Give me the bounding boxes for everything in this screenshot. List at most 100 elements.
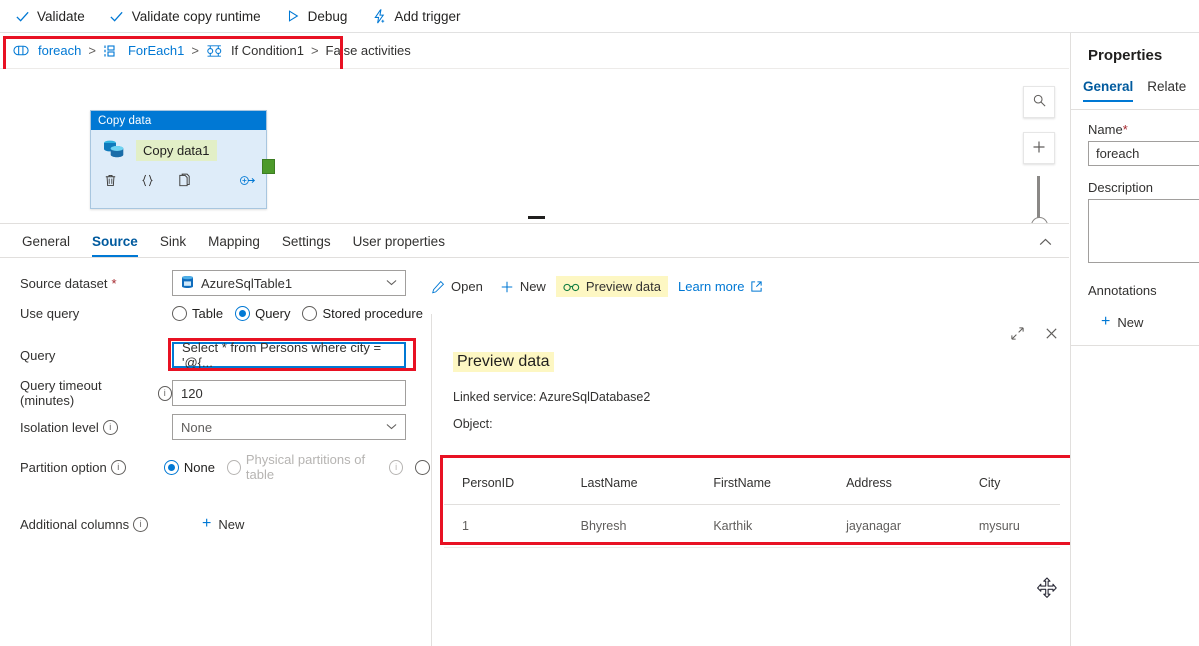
isolation-level-select[interactable]: None <box>172 414 406 440</box>
partition-option-label: Partition option i <box>20 459 164 475</box>
node-output-connector[interactable] <box>262 159 275 174</box>
radio-partition-third[interactable] <box>415 459 430 475</box>
properties-title: Properties <box>1088 47 1163 64</box>
azure-data-factory-pipeline-editor: Validate Validate copy runtime Debug Add… <box>0 0 1199 646</box>
delete-icon[interactable] <box>102 172 119 189</box>
preview-data-table: PersonID LastName FirstName Address City… <box>444 462 1060 548</box>
zoom-in-button[interactable] <box>1023 132 1055 164</box>
cell-lastname: Bhyresh <box>580 519 627 533</box>
validate-label: Validate <box>37 8 85 24</box>
info-icon[interactable]: i <box>133 516 149 532</box>
source-dataset-value: AzureSqlTable1 <box>201 275 293 291</box>
radio-table-label: Table <box>192 306 224 321</box>
description-textarea[interactable] <box>1088 199 1199 263</box>
column-header-city: City <box>978 476 1001 490</box>
check-icon <box>14 8 30 24</box>
copy-data-activity-node[interactable]: Copy data Copy data1 <box>90 110 275 209</box>
query-timeout-input[interactable]: 120 <box>172 380 406 406</box>
breadcrumb-item-if-condition1[interactable]: If Condition1 <box>231 43 304 58</box>
radio-dot-disabled <box>226 459 241 475</box>
source-dataset-select[interactable]: AzureSqlTable1 <box>172 270 406 296</box>
radio-query[interactable]: Query <box>235 306 290 321</box>
properties-divider <box>1071 109 1199 110</box>
new-dataset-button[interactable]: New <box>493 276 553 297</box>
external-link-icon <box>750 280 763 293</box>
validate-button[interactable]: Validate <box>0 0 97 32</box>
tab-properties-general[interactable]: General <box>1083 79 1134 102</box>
tab-settings[interactable]: Settings <box>271 234 342 257</box>
radio-table[interactable]: Table <box>172 306 223 321</box>
tab-properties-related[interactable]: Relate <box>1147 79 1186 102</box>
code-braces-icon[interactable] <box>139 172 156 189</box>
radio-stored-procedure[interactable]: Stored procedure <box>302 306 423 321</box>
query-timeout-row: Query timeout (minutes) i 120 <box>20 378 406 408</box>
pipeline-canvas[interactable]: Copy data Copy data1 <box>0 69 1069 224</box>
breadcrumb: foreach > ForEach1 > If Condition1 > Fal… <box>0 33 1069 69</box>
properties-panel: Properties General Relate Name* foreach … <box>1070 33 1199 646</box>
additional-columns-label: Additional columns i <box>20 516 172 532</box>
tab-user-properties[interactable]: User properties <box>342 234 456 257</box>
debug-button[interactable]: Debug <box>273 0 360 32</box>
required-marker: * <box>1122 122 1128 137</box>
node-body: Copy data1 <box>91 130 266 164</box>
column-header-personid: PersonID <box>462 476 515 490</box>
zoom-fit-button[interactable] <box>1023 86 1055 118</box>
breadcrumb-item-foreach[interactable]: foreach <box>38 43 81 58</box>
radio-partition-none[interactable]: None <box>163 459 215 475</box>
preview-data-pane: Preview data Linked service: AzureSqlDat… <box>431 314 1070 646</box>
annotations-new-label: New <box>1117 314 1144 330</box>
tab-general[interactable]: General <box>11 234 81 257</box>
canvas-zoom-controls <box>1023 86 1055 223</box>
plus-icon <box>500 280 514 294</box>
info-icon[interactable]: i <box>110 459 126 475</box>
duplicate-icon[interactable] <box>176 172 193 189</box>
name-value: foreach <box>1096 146 1140 161</box>
radio-dot <box>302 306 318 321</box>
name-field-label: Name* <box>1088 122 1128 137</box>
tab-mapping[interactable]: Mapping <box>197 234 271 257</box>
info-icon[interactable]: i <box>157 385 172 401</box>
source-dataset-row: Source dataset * AzureSqlTable1 <box>20 270 406 296</box>
chevron-down-icon <box>386 422 397 433</box>
radio-dot <box>172 306 187 321</box>
add-output-icon[interactable] <box>239 172 256 189</box>
node-action-bar <box>91 164 266 189</box>
copy-data-icon <box>101 137 127 164</box>
annotations-new-button[interactable]: + New <box>1101 314 1143 330</box>
tab-sink[interactable]: Sink <box>149 234 197 257</box>
preview-linked-service: Linked service: AzureSqlDatabase2 <box>453 390 651 404</box>
query-input[interactable]: Select * from Persons where city = '@{..… <box>172 340 406 370</box>
debug-label: Debug <box>307 8 348 24</box>
partition-option-radio-group: None Physical partitions of table i <box>163 452 430 482</box>
validate-copy-runtime-button[interactable]: Validate copy runtime <box>97 0 273 32</box>
breadcrumb-items: foreach > ForEach1 > If Condition1 > Fal… <box>0 43 411 59</box>
add-trigger-label: Add trigger <box>394 8 461 24</box>
learn-more-link[interactable]: Learn more <box>671 276 770 297</box>
table-row: 1 Bhyresh Karthik jayanagar mysuru <box>444 505 1060 548</box>
open-dataset-button[interactable]: Open <box>424 276 490 297</box>
preview-data-button[interactable]: Preview data <box>555 276 668 297</box>
info-icon[interactable]: i <box>102 419 118 435</box>
source-dataset-label-text: Source dataset <box>20 275 108 291</box>
zoom-slider-track[interactable] <box>1037 176 1040 220</box>
breadcrumb-item-foreach1[interactable]: ForEach1 <box>128 43 184 58</box>
table-header-row: PersonID LastName FirstName Address City <box>444 462 1060 505</box>
expand-icon[interactable] <box>1006 322 1028 344</box>
name-label-text: Name <box>1088 122 1123 137</box>
panel-resize-handle[interactable] <box>528 216 545 219</box>
close-icon[interactable] <box>1040 322 1062 344</box>
check-icon <box>109 8 125 24</box>
name-input[interactable]: foreach <box>1088 141 1199 166</box>
column-header-firstname: FirstName <box>713 476 771 490</box>
query-timeout-value: 120 <box>181 385 203 401</box>
cell-firstname: Karthik <box>713 519 753 533</box>
add-trigger-button[interactable]: Add trigger <box>359 0 472 32</box>
cell-city: mysuru <box>978 519 1020 533</box>
play-icon <box>285 8 301 24</box>
partition-option-row: Partition option i None Physical partiti… <box>20 452 430 482</box>
tab-source[interactable]: Source <box>81 234 149 257</box>
glasses-icon <box>563 281 580 293</box>
additional-columns-new-button[interactable]: + New <box>202 516 244 532</box>
zoom-slider-knob[interactable] <box>1031 217 1048 223</box>
chevron-up-icon[interactable] <box>1035 232 1055 252</box>
